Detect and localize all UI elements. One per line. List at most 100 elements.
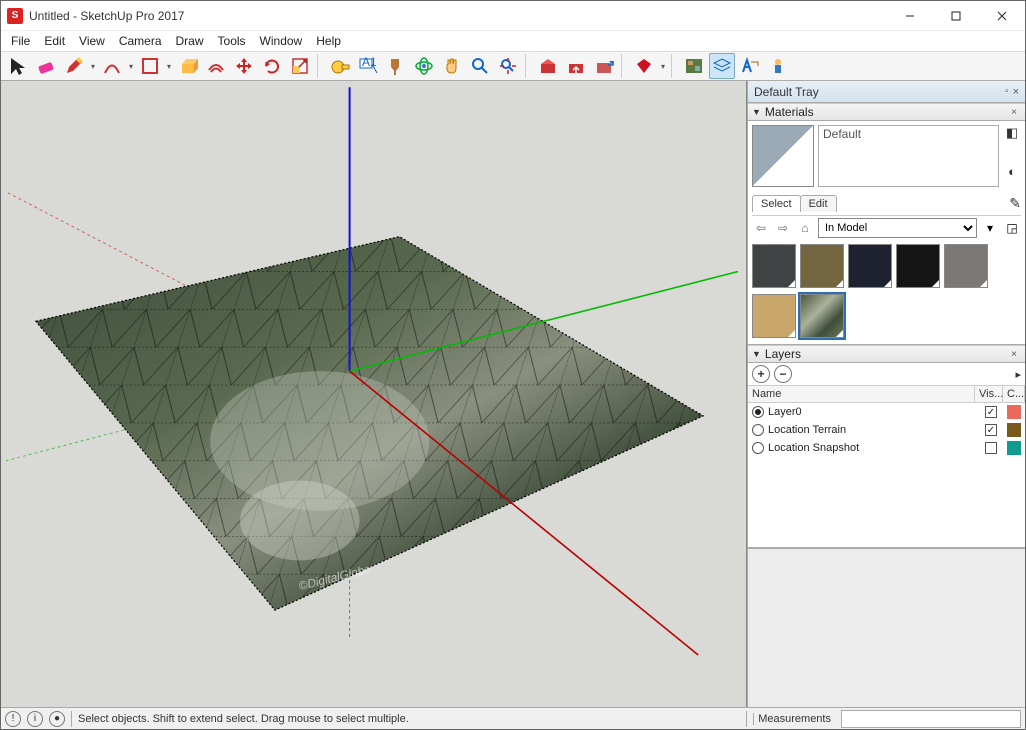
material-swatch-olive[interactable] [800, 244, 844, 288]
menubar: FileEditViewCameraDrawToolsWindowHelp [1, 31, 1025, 51]
tool-warehouse-get[interactable] [535, 53, 561, 79]
tool-zoom-extents[interactable] [495, 53, 521, 79]
collection-dropdown[interactable]: In Model [818, 218, 977, 238]
material-swatch-tan[interactable] [752, 294, 796, 338]
tool-eraser[interactable] [33, 53, 59, 79]
measurements-input[interactable] [841, 710, 1021, 728]
layer-visible-checkbox[interactable] [985, 442, 997, 454]
tool-layers-panel[interactable] [709, 53, 735, 79]
tool-zoom[interactable] [467, 53, 493, 79]
material-swatch-satellite[interactable] [800, 294, 844, 338]
material-swatch-gray[interactable] [944, 244, 988, 288]
menu-edit[interactable]: Edit [38, 32, 71, 50]
tool-rotate[interactable] [259, 53, 285, 79]
info-icon[interactable]: i [27, 711, 43, 727]
layers-col-color[interactable]: C... [1003, 386, 1025, 402]
layer-color-swatch[interactable] [1007, 423, 1021, 437]
layer-visible-checkbox[interactable]: ✓ [985, 406, 997, 418]
current-material-swatch[interactable] [752, 125, 814, 187]
measurements-label: Measurements [753, 713, 835, 725]
tool-offset[interactable] [203, 53, 229, 79]
tool-shapes[interactable] [137, 53, 163, 79]
tool-location[interactable] [681, 53, 707, 79]
window-title: Untitled - SketchUp Pro 2017 [29, 9, 887, 23]
layers-col-name[interactable]: Name [748, 386, 975, 402]
layer-row[interactable]: Location Snapshot [748, 439, 1025, 457]
eyedropper-icon[interactable]: ✎ [1009, 195, 1021, 212]
material-swatch-navy[interactable] [848, 244, 892, 288]
material-name-field[interactable]: Default [818, 125, 999, 187]
add-layer-button[interactable]: + [752, 365, 770, 383]
create-material-icon[interactable]: ◧ [1004, 125, 1020, 141]
panel-close-icon[interactable]: × [1007, 349, 1021, 360]
collection-menu-icon[interactable]: ▾ [981, 219, 999, 237]
titlebar: S Untitled - SketchUp Pro 2017 [1, 1, 1025, 31]
tray-titlebar[interactable]: Default Tray ▫ × [748, 81, 1025, 103]
tool-scale[interactable] [287, 53, 313, 79]
materials-tab-select[interactable]: Select [752, 195, 801, 212]
tool-paint[interactable] [383, 53, 409, 79]
menu-draw[interactable]: Draw [170, 32, 210, 50]
materials-panel-header[interactable]: ▼ Materials × [748, 103, 1025, 121]
tool-pencil[interactable] [61, 53, 87, 79]
layer-active-radio[interactable] [752, 424, 764, 436]
main-toolbar: ▾ ▾ ▾ A1 ▾ [1, 51, 1025, 81]
layer-active-radio[interactable] [752, 442, 764, 454]
layer-color-swatch[interactable] [1007, 441, 1021, 455]
tool-arc-dropdown[interactable]: ▾ [127, 62, 135, 71]
menu-camera[interactable]: Camera [113, 32, 168, 50]
tool-move[interactable] [231, 53, 257, 79]
tool-select[interactable] [5, 53, 31, 79]
tool-person[interactable] [765, 53, 791, 79]
menu-view[interactable]: View [73, 32, 111, 50]
tool-3d-text[interactable] [737, 53, 763, 79]
tool-pan[interactable] [439, 53, 465, 79]
materials-tab-edit[interactable]: Edit [800, 195, 837, 212]
tool-arc[interactable] [99, 53, 125, 79]
tray-pin-icon[interactable]: ▫ [1005, 86, 1009, 97]
alert-icon[interactable]: ! [5, 711, 21, 727]
layer-active-radio[interactable] [752, 406, 764, 418]
menu-help[interactable]: Help [310, 32, 347, 50]
tool-extension-wh[interactable] [591, 53, 617, 79]
status-hint: Select objects. Shift to extend select. … [78, 713, 740, 725]
tool-text[interactable]: A1 [355, 53, 381, 79]
remove-layer-button[interactable]: − [774, 365, 792, 383]
default-tray: Default Tray ▫ × ▼ Materials × Default ◧… [747, 81, 1025, 707]
layers-menu-icon[interactable]: ▸ [1015, 368, 1021, 381]
default-material-icon[interactable]: ◐ [1004, 163, 1020, 179]
material-swatch-black[interactable] [896, 244, 940, 288]
menu-window[interactable]: Window [254, 32, 309, 50]
details-icon[interactable]: ◲ [1003, 219, 1021, 237]
tool-orbit[interactable] [411, 53, 437, 79]
layer-row[interactable]: Layer0✓ [748, 403, 1025, 421]
panel-close-icon[interactable]: × [1007, 107, 1021, 118]
layer-row[interactable]: Location Terrain✓ [748, 421, 1025, 439]
tray-close-icon[interactable]: × [1013, 86, 1019, 98]
user-icon[interactable]: ● [49, 711, 65, 727]
tool-pencil-dropdown[interactable]: ▾ [89, 62, 97, 71]
layer-visible-checkbox[interactable]: ✓ [985, 424, 997, 436]
tool-tape[interactable] [327, 53, 353, 79]
home-icon[interactable]: ⌂ [796, 219, 814, 237]
nav-back-icon[interactable]: ⇦ [752, 219, 770, 237]
tray-title-text: Default Tray [754, 85, 819, 99]
materials-panel: Default ◧ ◐ Select Edit ✎ ⇦ ⇨ ⌂ In Model [748, 121, 1025, 345]
maximize-button[interactable] [933, 1, 979, 31]
layers-panel-header[interactable]: ▼ Layers × [748, 345, 1025, 363]
tray-empty-area [748, 548, 1025, 707]
layer-color-swatch[interactable] [1007, 405, 1021, 419]
tool-ruby[interactable] [631, 53, 657, 79]
tool-pushpull[interactable] [175, 53, 201, 79]
viewport[interactable]: ©DigitalGlobe [1, 81, 747, 707]
tool-warehouse-share[interactable] [563, 53, 589, 79]
menu-file[interactable]: File [5, 32, 36, 50]
tool-ruby-dropdown[interactable]: ▾ [659, 62, 667, 71]
material-swatch-dark-gray[interactable] [752, 244, 796, 288]
nav-forward-icon[interactable]: ⇨ [774, 219, 792, 237]
close-button[interactable] [979, 1, 1025, 31]
menu-tools[interactable]: Tools [212, 32, 252, 50]
minimize-button[interactable] [887, 1, 933, 31]
tool-shapes-dropdown[interactable]: ▾ [165, 62, 173, 71]
layers-col-visible[interactable]: Vis... [975, 386, 1003, 402]
